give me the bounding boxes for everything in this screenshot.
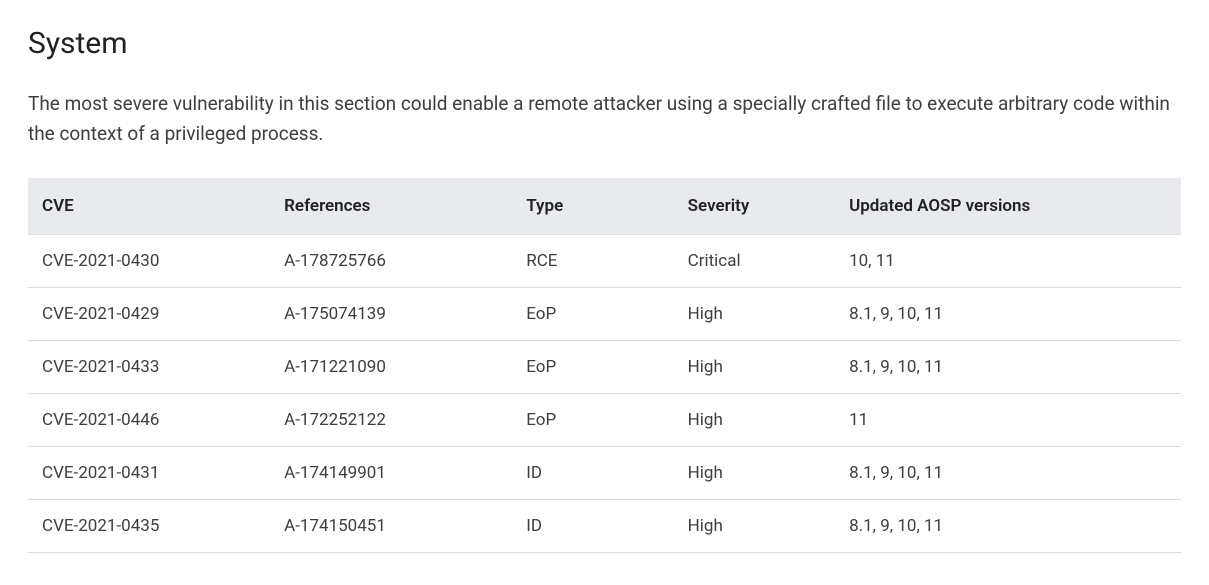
- cell-cve: CVE-2021-0429: [28, 287, 270, 340]
- cell-cve: CVE-2021-0431: [28, 446, 270, 499]
- cell-type: RCE: [512, 234, 673, 287]
- table-row: CVE-2021-0430 A-178725766 RCE Critical 1…: [28, 234, 1181, 287]
- section-description: The most severe vulnerability in this se…: [28, 89, 1178, 150]
- table-row: CVE-2021-0431 A-174149901 ID High 8.1, 9…: [28, 446, 1181, 499]
- vulnerability-table: CVE References Type Severity Updated AOS…: [28, 178, 1181, 553]
- table-header-severity: Severity: [674, 178, 835, 235]
- cell-aosp: 10, 11: [835, 234, 1181, 287]
- cell-references: A-178725766: [270, 234, 512, 287]
- cell-type: ID: [512, 446, 673, 499]
- table-row: CVE-2021-0429 A-175074139 EoP High 8.1, …: [28, 287, 1181, 340]
- table-header-type: Type: [512, 178, 673, 235]
- table-header-references: References: [270, 178, 512, 235]
- cell-aosp: 8.1, 9, 10, 11: [835, 446, 1181, 499]
- table-header-row: CVE References Type Severity Updated AOS…: [28, 178, 1181, 235]
- cell-cve: CVE-2021-0433: [28, 340, 270, 393]
- cell-type: EoP: [512, 287, 673, 340]
- section-title: System: [28, 26, 1181, 61]
- table-header-aosp: Updated AOSP versions: [835, 178, 1181, 235]
- cell-aosp: 11: [835, 393, 1181, 446]
- cell-severity: High: [674, 446, 835, 499]
- cell-references: A-172252122: [270, 393, 512, 446]
- cell-cve: CVE-2021-0435: [28, 499, 270, 552]
- cell-aosp: 8.1, 9, 10, 11: [835, 340, 1181, 393]
- cell-cve: CVE-2021-0446: [28, 393, 270, 446]
- cell-severity: High: [674, 287, 835, 340]
- cell-severity: High: [674, 393, 835, 446]
- cell-severity: Critical: [674, 234, 835, 287]
- cell-references: A-174149901: [270, 446, 512, 499]
- cell-aosp: 8.1, 9, 10, 11: [835, 499, 1181, 552]
- cell-references: A-174150451: [270, 499, 512, 552]
- page-container: System The most severe vulnerability in …: [0, 0, 1209, 581]
- cell-severity: High: [674, 340, 835, 393]
- table-header-cve: CVE: [28, 178, 270, 235]
- cell-type: EoP: [512, 340, 673, 393]
- cell-references: A-175074139: [270, 287, 512, 340]
- cell-references: A-171221090: [270, 340, 512, 393]
- table-row: CVE-2021-0433 A-171221090 EoP High 8.1, …: [28, 340, 1181, 393]
- cell-aosp: 8.1, 9, 10, 11: [835, 287, 1181, 340]
- cell-type: EoP: [512, 393, 673, 446]
- table-row: CVE-2021-0446 A-172252122 EoP High 11: [28, 393, 1181, 446]
- cell-severity: High: [674, 499, 835, 552]
- table-row: CVE-2021-0435 A-174150451 ID High 8.1, 9…: [28, 499, 1181, 552]
- cell-cve: CVE-2021-0430: [28, 234, 270, 287]
- cell-type: ID: [512, 499, 673, 552]
